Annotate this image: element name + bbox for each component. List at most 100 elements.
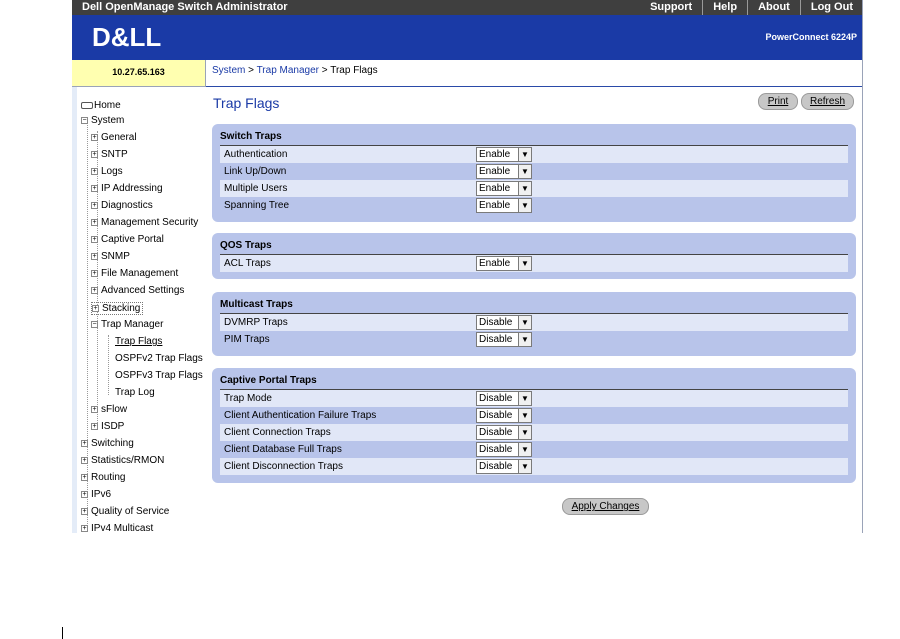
client-disconnection-select[interactable]: Disable ▼ [476,459,532,474]
chevron-down-icon[interactable]: ▼ [518,409,531,422]
multiple-users-select[interactable]: Enable ▼ [476,181,532,196]
nav-item-ipv6[interactable]: + IPv6 [81,489,111,500]
nav-item-file-management[interactable]: + File Management [91,268,178,279]
expand-icon[interactable]: + [91,150,98,158]
expand-icon[interactable]: + [91,167,98,175]
client-connection-select[interactable]: Disable ▼ [476,425,532,440]
trap-row-client-auth-failure: Client Authentication Failure Traps Disa… [220,407,848,424]
expand-icon[interactable]: + [81,507,88,515]
apply-changes-button[interactable]: Apply Changes [562,498,649,515]
spanning-tree-select[interactable]: Enable ▼ [476,198,532,213]
nav-item-management-security[interactable]: + Management Security [91,217,198,228]
trap-mode-select[interactable]: Disable ▼ [476,391,532,406]
section-title: Switch Traps [220,131,282,142]
nav-item-trap-manager[interactable]: − Trap Manager [91,319,163,330]
expand-icon[interactable]: + [81,456,88,464]
expand-icon[interactable]: + [91,269,98,277]
expand-icon[interactable]: + [91,218,98,226]
nav-item-stacking[interactable]: + Stacking [91,302,144,315]
nav-item-snmp[interactable]: + SNMP [91,251,130,262]
nav-item-ipv4-multicast[interactable]: + IPv4 Multicast [81,523,153,533]
nav-label: General [101,132,137,143]
tree-connector [87,117,88,532]
acl-traps-select[interactable]: Enable ▼ [476,256,532,271]
nav-item-statistics-rmon[interactable]: + Statistics/RMON [81,455,164,466]
chevron-down-icon[interactable]: ▼ [518,199,531,212]
chevron-down-icon[interactable]: ▼ [518,165,531,178]
chevron-down-icon[interactable]: ▼ [518,333,531,346]
nav-item-ip-addressing[interactable]: + IP Addressing [91,183,163,194]
nav-item-ospfv3-trap-flags[interactable]: OSPFv3 Trap Flags [115,370,203,381]
nav-item-quality-of-service[interactable]: + Quality of Service [81,506,169,517]
about-link[interactable]: About [747,0,800,15]
link-up-down-select[interactable]: Enable ▼ [476,164,532,179]
nav-item-home[interactable]: Home [81,100,121,111]
chevron-down-icon[interactable]: ▼ [518,426,531,439]
expand-icon[interactable]: + [91,286,98,294]
refresh-button[interactable]: Refresh [801,93,854,110]
expand-icon[interactable]: + [81,490,88,498]
expand-icon[interactable]: + [91,405,98,413]
home-icon [81,101,93,109]
breadcrumb-trap-manager[interactable]: Trap Manager [257,65,319,76]
support-link[interactable]: Support [640,0,702,15]
trap-row-link-up-down: Link Up/Down Enable ▼ [220,163,848,180]
expand-icon[interactable]: + [91,252,98,260]
dvmrp-traps-select[interactable]: Disable ▼ [476,315,532,330]
expand-icon[interactable]: + [81,473,88,481]
pim-traps-select[interactable]: Disable ▼ [476,332,532,347]
expand-icon[interactable]: + [81,439,88,447]
top-menu: Support Help About Log Out [640,0,862,15]
expand-icon[interactable]: + [91,184,98,192]
nav-item-routing[interactable]: + Routing [81,472,125,483]
select-value: Disable [479,317,513,328]
expand-icon[interactable]: + [91,201,98,209]
nav-item-switching[interactable]: + Switching [81,438,134,449]
nav-label: Quality of Service [91,506,170,517]
nav-label: IPv6 [91,489,112,500]
trap-row-client-database-full: Client Database Full Traps Disable ▼ [220,441,848,458]
nav-label: Routing [91,472,126,483]
nav-item-ospfv2-trap-flags[interactable]: OSPFv2 Trap Flags [115,353,203,364]
authentication-select[interactable]: Enable ▼ [476,147,532,162]
client-database-full-select[interactable]: Disable ▼ [476,442,532,457]
expand-icon[interactable]: + [91,235,98,243]
client-auth-failure-select[interactable]: Disable ▼ [476,408,532,423]
chevron-down-icon[interactable]: ▼ [518,182,531,195]
chevron-down-icon[interactable]: ▼ [518,148,531,161]
nav-item-sntp[interactable]: + SNTP [91,149,128,160]
chevron-down-icon[interactable]: ▼ [518,316,531,329]
chevron-down-icon[interactable]: ▼ [518,392,531,405]
trap-label: Client Authentication Failure Traps [224,410,377,421]
expand-icon[interactable]: + [91,133,98,141]
nav-item-diagnostics[interactable]: + Diagnostics [91,200,153,211]
breadcrumb-system[interactable]: System [212,65,245,76]
collapse-icon[interactable]: − [81,116,88,124]
collapse-icon[interactable]: − [91,320,98,328]
select-value: Enable [479,200,511,211]
model-name: PowerConnect 6224P [765,32,857,42]
trap-row-client-connection: Client Connection Traps Disable ▼ [220,424,848,441]
chevron-down-icon[interactable]: ▼ [518,257,531,270]
chevron-down-icon[interactable]: ▼ [518,460,531,473]
nav-label: sFlow [101,404,128,415]
nav-item-general[interactable]: + General [91,132,137,143]
nav-item-sflow[interactable]: + sFlow [91,404,127,415]
logout-link[interactable]: Log Out [799,0,862,15]
expand-icon[interactable]: + [92,304,99,312]
tree-connector [108,335,109,395]
nav-item-trap-log[interactable]: Trap Log [115,387,155,398]
help-link[interactable]: Help [702,0,747,15]
nav-tree-panel: Home − System + General + SNTP + Logs + IP Ad… [72,87,206,533]
trap-label: Spanning Tree [224,200,290,211]
nav-item-advanced-settings[interactable]: + Advanced Settings [91,285,184,296]
print-button[interactable]: Print [758,93,798,110]
nav-item-logs[interactable]: + Logs [91,166,123,177]
expand-icon[interactable]: + [91,422,98,430]
expand-icon[interactable]: + [81,524,88,532]
nav-item-captive-portal[interactable]: + Captive Portal [91,234,164,245]
nav-item-system[interactable]: − System [81,115,124,126]
nav-item-isdp[interactable]: + ISDP [91,421,124,432]
chevron-down-icon[interactable]: ▼ [518,443,531,456]
nav-item-trap-flags[interactable]: Trap Flags [115,336,162,347]
